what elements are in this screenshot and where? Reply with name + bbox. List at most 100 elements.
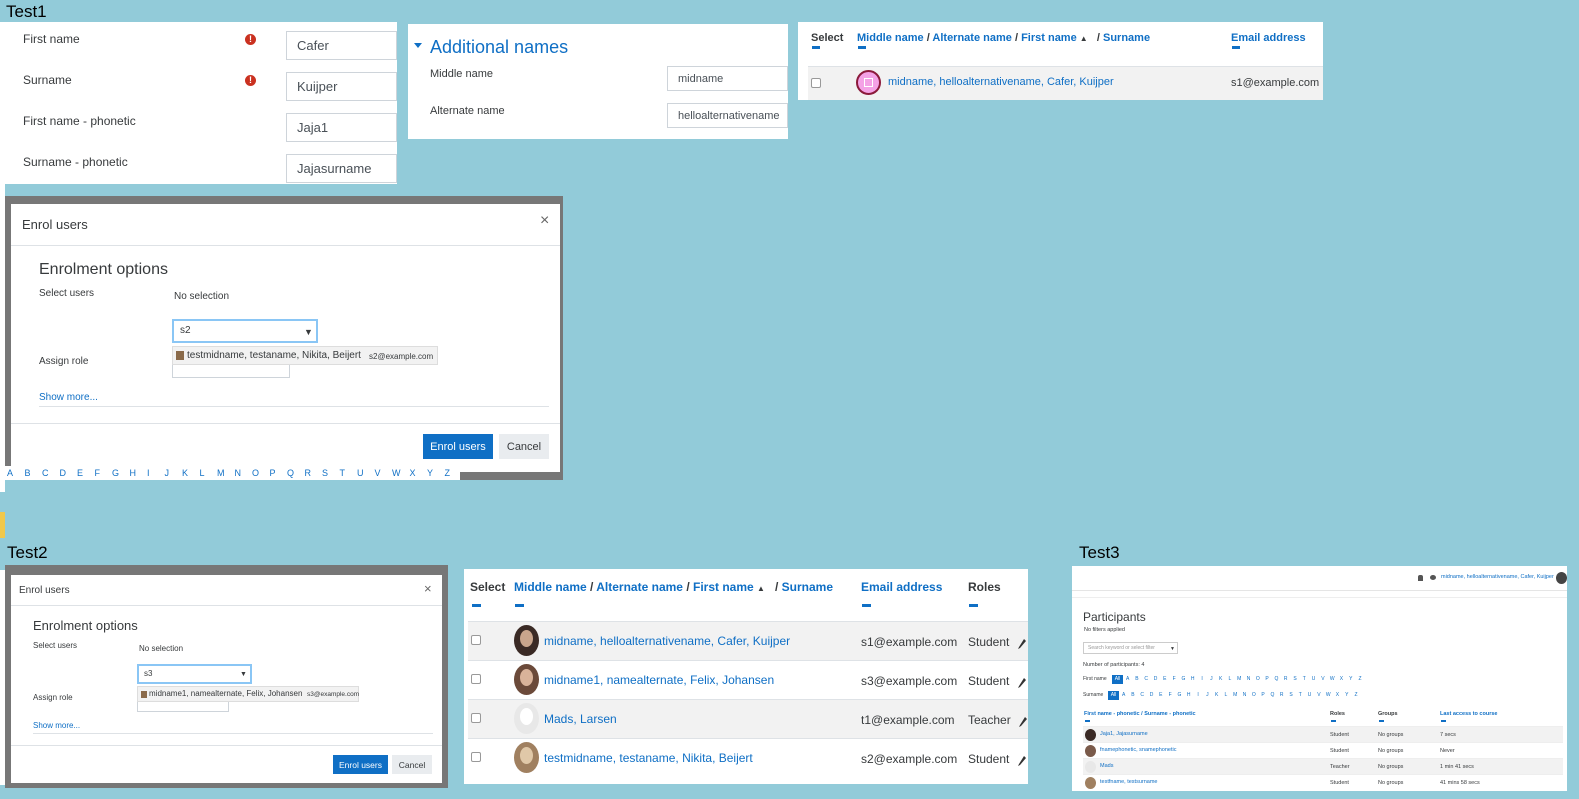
surname-letter-u[interactable]: U	[1305, 691, 1314, 700]
collapse-icon[interactable]	[515, 604, 524, 607]
collapse-icon[interactable]	[1379, 720, 1384, 722]
user-name-link[interactable]: midname, helloalternativename, Cafer, Ku…	[544, 634, 790, 648]
surname-letter-t[interactable]: T	[1296, 691, 1305, 700]
middle-name-input[interactable]: midname	[667, 66, 788, 91]
chat-icon[interactable]	[1430, 575, 1436, 580]
filter-search-input[interactable]: Search keyword or select filter ▼	[1083, 642, 1178, 654]
surname-letter-d[interactable]: D	[1147, 691, 1156, 700]
sort-first-name[interactable]: First name	[1021, 32, 1077, 44]
assign-role-select[interactable]	[172, 365, 290, 378]
suggestion-item[interactable]: midname1, namealternate, Felix, Johansen…	[137, 686, 359, 702]
user-name-link[interactable]: fnamephonetic, snamephonetic	[1100, 747, 1176, 753]
close-icon[interactable]: ×	[424, 581, 432, 596]
first-name-letter-r[interactable]: R	[1281, 675, 1290, 684]
user-search-input[interactable]: s2 ▼	[172, 319, 318, 343]
collapse-icon[interactable]	[1085, 720, 1090, 722]
user-search-input[interactable]: s3 ▼	[137, 664, 252, 684]
collapse-icon[interactable]	[969, 604, 978, 607]
row-checkbox[interactable]	[471, 674, 481, 684]
sort-last-access[interactable]: Last access to course	[1440, 711, 1497, 717]
surname-letter-w[interactable]: W	[1324, 691, 1333, 700]
alphabet-letter-d[interactable]: D	[60, 468, 78, 478]
user-name-link[interactable]: Mads	[1100, 763, 1113, 769]
enrol-users-button[interactable]: Enrol users	[333, 755, 388, 774]
collapse-icon[interactable]	[472, 604, 481, 607]
first-name-letter-y[interactable]: Y	[1346, 675, 1355, 684]
first-name-letter-i[interactable]: I	[1197, 675, 1206, 684]
first-name-letter-p[interactable]: P	[1262, 675, 1271, 684]
filter-all[interactable]: All	[1108, 691, 1119, 700]
alphabet-letter-j[interactable]: J	[165, 468, 183, 478]
surname-phonetic-input[interactable]: Jajasurname	[286, 154, 397, 183]
alphabet-letter-r[interactable]: R	[305, 468, 323, 478]
alphabet-letter-u[interactable]: U	[357, 468, 375, 478]
first-name-letter-c[interactable]: C	[1142, 675, 1151, 684]
row-checkbox[interactable]	[811, 78, 821, 88]
first-name-letter-j[interactable]: J	[1207, 675, 1216, 684]
collapse-caret-icon[interactable]	[414, 43, 422, 48]
collapse-icon[interactable]	[812, 46, 820, 49]
alphabet-letter-f[interactable]: F	[95, 468, 113, 478]
dropdown-caret-icon[interactable]: ▼	[1170, 646, 1175, 652]
alphabet-letter-t[interactable]: T	[340, 468, 358, 478]
first-name-letter-m[interactable]: M	[1235, 675, 1244, 684]
first-name-letter-t[interactable]: T	[1300, 675, 1309, 684]
surname-letter-b[interactable]: B	[1128, 691, 1137, 700]
alternate-name-input[interactable]: helloalternativename	[667, 103, 788, 128]
alphabet-letter-a[interactable]: A	[7, 468, 25, 478]
first-name-letter-e[interactable]: E	[1160, 675, 1169, 684]
edit-pencil-icon[interactable]	[1017, 754, 1027, 766]
dropdown-caret-icon[interactable]: ▼	[240, 671, 247, 678]
sort-alternate-name[interactable]: Alternate name	[596, 580, 683, 594]
first-name-letter-n[interactable]: N	[1244, 675, 1253, 684]
first-name-letter-g[interactable]: G	[1179, 675, 1188, 684]
sort-surname[interactable]: Surname	[1103, 32, 1150, 44]
alphabet-letter-q[interactable]: Q	[287, 468, 305, 478]
show-more-link[interactable]: Show more...	[39, 392, 98, 403]
user-menu-name[interactable]: midname, helloalternativename, Cafer, Ku…	[1441, 574, 1554, 580]
surname-letter-i[interactable]: I	[1193, 691, 1202, 700]
first-name-letter-d[interactable]: D	[1151, 675, 1160, 684]
sort-first-name[interactable]: First name	[693, 580, 754, 594]
first-name-letter-w[interactable]: W	[1328, 675, 1337, 684]
collapse-icon[interactable]	[1232, 46, 1240, 49]
alphabet-letter-k[interactable]: K	[182, 468, 200, 478]
surname-letter-k[interactable]: K	[1212, 691, 1221, 700]
first-name-letter-l[interactable]: L	[1225, 675, 1234, 684]
surname-letter-h[interactable]: H	[1184, 691, 1193, 700]
sort-surname[interactable]: Surname	[782, 580, 833, 594]
surname-letter-r[interactable]: R	[1277, 691, 1286, 700]
suggestion-item[interactable]: testmidname, testaname, Nikita, Beijert …	[172, 346, 438, 365]
surname-letter-c[interactable]: C	[1138, 691, 1147, 700]
first-name-letter-x[interactable]: X	[1337, 675, 1346, 684]
first-name-letter-v[interactable]: V	[1318, 675, 1327, 684]
dropdown-caret-icon[interactable]: ▼	[304, 327, 313, 337]
show-more-link[interactable]: Show more...	[33, 721, 80, 730]
close-icon[interactable]: ×	[540, 212, 549, 230]
sort-alternate-name[interactable]: Alternate name	[932, 32, 1011, 44]
edit-pencil-icon[interactable]	[1017, 637, 1027, 649]
surname-input[interactable]: Kuijper	[286, 72, 397, 101]
alphabet-letter-e[interactable]: E	[77, 468, 95, 478]
alphabet-letter-m[interactable]: M	[217, 468, 235, 478]
alphabet-letter-b[interactable]: B	[25, 468, 43, 478]
first-name-letter-z[interactable]: Z	[1355, 675, 1364, 684]
sort-email[interactable]: Email address	[1231, 32, 1306, 44]
bell-icon[interactable]	[1418, 575, 1423, 581]
row-checkbox[interactable]	[471, 752, 481, 762]
user-name-link[interactable]: Mads, Larsen	[544, 712, 617, 726]
surname-letter-l[interactable]: L	[1221, 691, 1230, 700]
surname-letter-a[interactable]: A	[1119, 691, 1128, 700]
first-name-letter-b[interactable]: B	[1132, 675, 1141, 684]
alphabet-letter-x[interactable]: X	[410, 468, 428, 478]
surname-letter-s[interactable]: S	[1286, 691, 1295, 700]
surname-letter-x[interactable]: X	[1333, 691, 1342, 700]
surname-letter-j[interactable]: J	[1203, 691, 1212, 700]
collapse-icon[interactable]	[1331, 720, 1336, 722]
surname-letter-p[interactable]: P	[1258, 691, 1267, 700]
alphabet-letter-p[interactable]: P	[270, 468, 288, 478]
row-checkbox[interactable]	[471, 635, 481, 645]
surname-letter-m[interactable]: M	[1231, 691, 1240, 700]
sort-phonetic-name[interactable]: First name - phonetic / Surname - phonet…	[1084, 711, 1196, 717]
first-name-letter-h[interactable]: H	[1188, 675, 1197, 684]
